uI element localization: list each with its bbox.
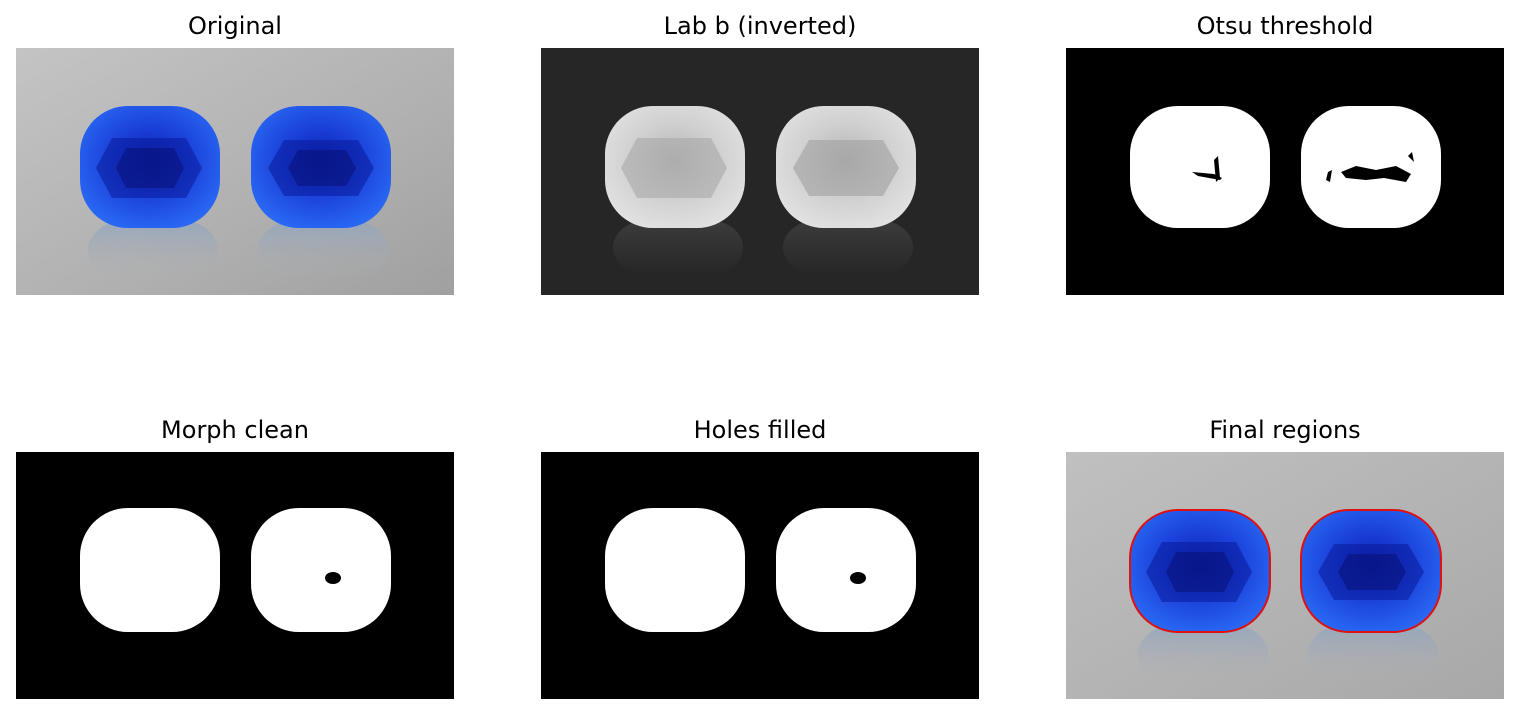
panel-title: Original: [188, 12, 282, 40]
panel-title: Otsu threshold: [1196, 12, 1374, 40]
lab-b-image: [541, 48, 979, 295]
panel-title: Final regions: [1209, 416, 1361, 444]
panel-title: Holes filled: [693, 416, 827, 444]
panel-title: Morph clean: [161, 416, 309, 444]
panel-title: Lab b (inverted): [663, 12, 857, 40]
filled-mask-image: [541, 452, 979, 699]
original-image: [16, 48, 454, 295]
morph-mask-image: [16, 452, 454, 699]
final-regions-image: [1066, 452, 1504, 699]
otsu-mask-image: [1066, 48, 1504, 295]
